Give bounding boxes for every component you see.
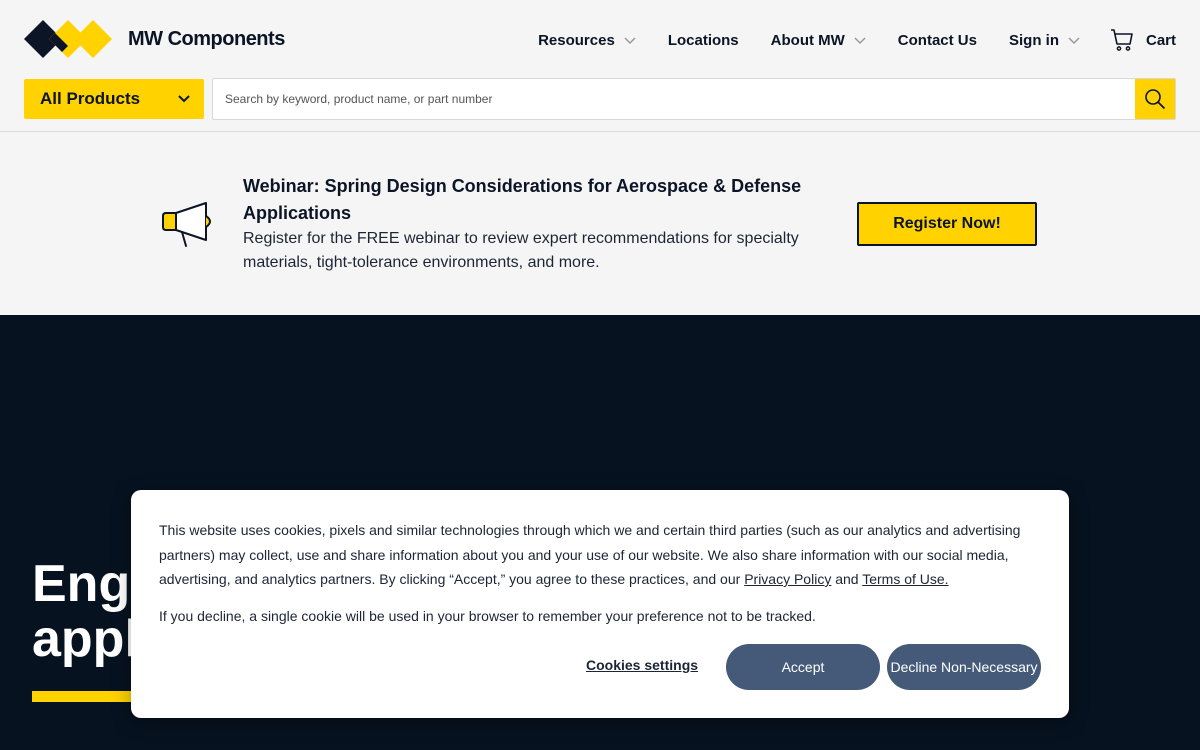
megaphone-icon [162,202,220,255]
nav-signin-label: Sign in [1008,31,1059,49]
nav-resources-label: Resources [538,31,615,49]
search-button[interactable] [1135,79,1175,119]
terms-of-use-link[interactable]: Terms of Use. [862,571,948,587]
cart-icon [1110,29,1133,51]
nav-cart[interactable]: Cart [1110,28,1176,52]
promo-title: Webinar: Spring Design Considerations fo… [243,176,802,223]
decline-button[interactable]: Decline Non-Necessary [887,644,1041,690]
chevron-down-icon [624,32,636,49]
register-now-button[interactable]: Register Now! [857,202,1037,246]
nav-signin[interactable]: Sign in [1009,32,1080,49]
nav-contact-label: Contact Us [897,31,977,49]
site-logo[interactable]: MW Components [24,20,285,58]
nav-locations-label: Locations [667,31,739,49]
accept-button[interactable]: Accept [726,644,880,690]
site-header: MW Components Resources Locations About … [0,0,1200,132]
all-products-label: All Products [40,89,141,108]
search-icon [1145,89,1166,110]
cookie-consent-dialog: This website uses cookies, pixels and si… [131,490,1069,718]
chevron-down-icon [854,32,866,49]
nav-cart-label: Cart [1145,31,1176,49]
all-products-dropdown[interactable]: All Products [24,79,204,119]
chevron-down-icon [1068,32,1080,49]
brand-name: MW Components [128,27,285,50]
mw-logo-icon [24,20,112,58]
cookies-settings-button[interactable]: Cookies settings [586,657,698,673]
search-input[interactable] [213,79,1135,119]
nav-locations[interactable]: Locations [668,32,739,49]
chevron-down-icon [178,95,190,103]
nav-contact[interactable]: Contact Us [898,32,977,49]
cookie-and-text: and [831,571,863,587]
privacy-policy-link[interactable]: Privacy Policy [744,571,831,587]
cookie-decline-note: If you decline, a single cookie will be … [159,608,816,624]
cookie-text: This website uses cookies, pixels and si… [159,518,1039,592]
promo-description: Register for the FREE webinar to review … [243,230,799,271]
nav-about[interactable]: About MW [771,32,866,49]
nav-about-label: About MW [770,31,845,49]
nav-resources[interactable]: Resources [538,32,636,49]
main-nav: Resources Locations About MW Contact Us … [506,28,1176,52]
search-bar [212,78,1176,120]
